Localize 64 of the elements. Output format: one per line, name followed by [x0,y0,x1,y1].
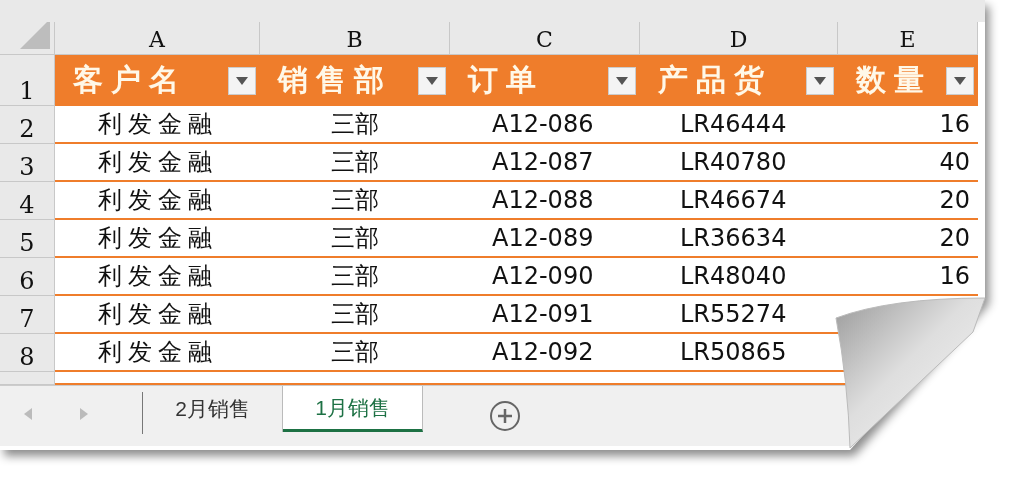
table-cell: A12-091 [450,296,640,334]
table-cell: 40 [838,144,978,182]
table-cell: 三部 [260,258,450,296]
header-text: 客户名 [73,62,187,98]
row-header[interactable]: 8 [0,334,55,372]
table-cell: LR40780 [640,144,838,182]
table-cell: LR50865 [640,334,838,372]
header-text: 销售部 [278,62,392,98]
row-header[interactable]: 3 [0,144,55,182]
header-text: 数量 [856,62,932,98]
table-cell: A12-092 [450,334,640,372]
row-header[interactable]: 5 [0,220,55,258]
table-cell: 三部 [260,334,450,372]
table-cell: LR36634 [640,220,838,258]
row-header[interactable]: 7 [0,296,55,334]
table-cell: 利发金融 [55,220,260,258]
table-cell: 利发金融 [55,182,260,220]
column-header[interactable]: B [260,22,450,55]
table-cell: 三部 [260,296,450,334]
table-cell: A12-087 [450,144,640,182]
table-cell: A12-088 [450,182,640,220]
column-header[interactable]: E [838,22,978,55]
add-sheet-button[interactable] [489,400,521,432]
row-header[interactable]: 1 [0,55,55,106]
table-cell: 利发金融 [55,258,260,296]
column-header[interactable]: D [640,22,838,55]
table-cell: 三部 [260,182,450,220]
table-cell: 20 [838,220,978,258]
table-cell: LR46674 [640,182,838,220]
table-cell: 利发金融 [55,106,260,144]
table-cell: 三部 [260,144,450,182]
table-cell: 20 [838,182,978,220]
table-cell: 利发金融 [55,334,260,372]
filter-dropdown-button[interactable] [228,66,256,95]
column-header[interactable]: C [450,22,640,55]
row-header[interactable]: 4 [0,182,55,220]
header-text: 订单 [468,62,544,98]
filter-dropdown-button[interactable] [806,66,834,95]
dropdown-arrow-icon [426,76,438,85]
sheet-tab[interactable]: 1月销售 [283,386,423,432]
dropdown-arrow-icon [814,76,826,85]
column-header[interactable]: A [55,22,260,55]
table-cell: 三部 [260,220,450,258]
select-all-triangle-icon [20,22,50,49]
plus-circle-icon [489,400,521,432]
table-cell: A12-089 [450,220,640,258]
dropdown-arrow-icon [236,76,248,85]
table-cell: LR48040 [640,258,838,296]
header-text: 产品货 [658,62,772,98]
row-header[interactable]: 2 [0,106,55,144]
table-cell: 利发金融 [55,144,260,182]
table-cell: 三部 [260,106,450,144]
table-cell: 16 [838,258,978,296]
filter-dropdown-button[interactable] [608,66,636,95]
dropdown-arrow-icon [954,76,966,85]
filter-dropdown-button[interactable] [946,66,974,95]
table-cell: 16 [838,106,978,144]
row-header[interactable]: 6 [0,258,55,296]
table-cell: 利发金融 [55,296,260,334]
filter-dropdown-button[interactable] [418,66,446,95]
table-cell: LR46444 [640,106,838,144]
table-cell: A12-090 [450,258,640,296]
table-cell: A12-086 [450,106,640,144]
dropdown-arrow-icon [616,76,628,85]
